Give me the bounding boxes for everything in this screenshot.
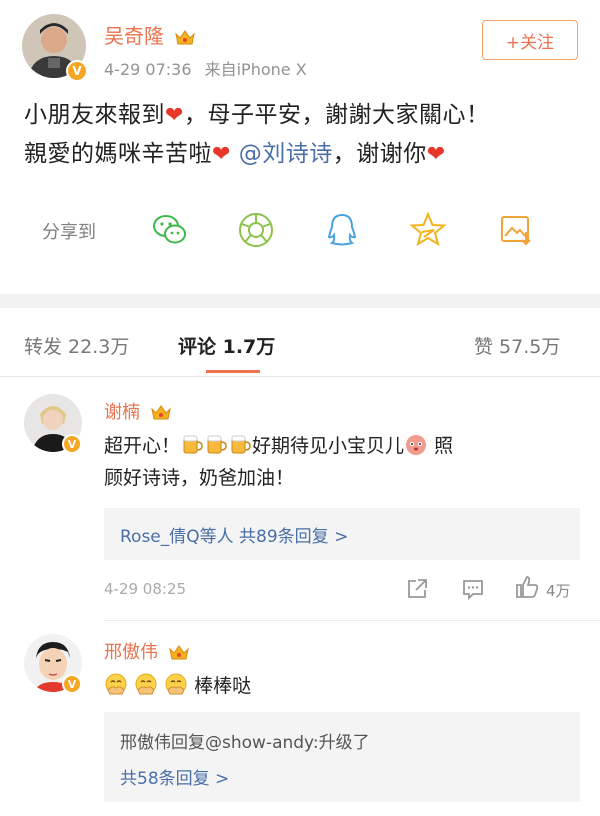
save-image-icon[interactable] [496,210,536,250]
vip-crown-icon [150,405,171,420]
commenter-avatar[interactable]: V [24,634,82,694]
like-icon[interactable] [514,574,540,600]
tabs-divider [0,376,600,377]
verified-badge: V [62,434,82,454]
heart-icon: ❤ [426,142,446,167]
heart-icon: ❤ [212,142,231,167]
beer-icon [183,435,203,454]
vip-crown-icon [175,29,196,44]
comment-text-a: 超开心！ [104,435,181,457]
reply-summary-box[interactable]: Rose_倩Q等人 共89条回复 > [104,508,580,560]
active-tab-indicator [206,370,260,373]
post-text-line1-a: 小朋友來報到 [24,102,165,128]
tab-comments[interactable]: 评论 1.7万 [178,332,275,359]
follow-button[interactable]: +关注 [482,20,578,60]
post-text-line2-b: ，谢谢你 [332,141,427,167]
reply-preview[interactable]: 邢傲伟回复@show-andy:升级了 [120,728,370,753]
verified-badge: V [62,674,82,694]
post-time: 4-29 07:36 [104,60,192,79]
vip-crown-icon [168,645,189,660]
share-icon[interactable] [404,576,430,602]
qzone-icon[interactable] [408,210,448,250]
clapping-face-icon [105,673,127,695]
moments-icon[interactable] [236,210,276,250]
tab-reposts[interactable]: 转发 22.3万 [24,332,129,359]
mention-link[interactable]: @刘诗诗 [239,141,333,167]
reply-count-link[interactable]: 共58条回复 > [120,764,229,789]
tab-likes[interactable]: 赞 57.5万 [474,332,560,359]
section-divider [0,294,600,308]
clapping-face-icon [165,673,187,695]
reply-summary[interactable]: Rose_倩Q等人 共89条回复 > [120,522,348,547]
comment-divider [104,620,600,621]
cute-face-icon [406,435,427,455]
commenter-name[interactable]: 谢楠 [104,398,172,424]
post-body: 小朋友來報到❤，母子平安，謝謝大家關心！ 親愛的媽咪辛苦啦❤ @刘诗诗，谢谢你❤ [24,96,584,174]
verified-badge: V [66,60,88,82]
commenter-name-text: 邢傲伟 [104,642,158,663]
post-text-line2-a: 親愛的媽咪辛苦啦 [24,141,212,167]
commenter-name[interactable]: 邢傲伟 [104,638,190,664]
beer-icon [231,435,251,454]
reply-summary-box[interactable]: 邢傲伟回复@show-andy:升级了 共58条回复 > [104,712,580,802]
qq-icon[interactable] [322,210,362,250]
beer-icon [207,435,227,454]
commenter-name-text: 谢楠 [104,402,140,423]
wechat-icon[interactable] [150,210,190,250]
share-label: 分享到 [42,222,96,243]
comment-icon[interactable] [460,576,486,602]
post-text-line1-b: ，母子平安，謝謝大家關心！ [183,102,490,128]
comment-time: 4-29 08:25 [104,580,187,598]
post-author-name[interactable]: 吴奇隆 [104,20,196,49]
like-count: 4万 [546,582,571,600]
post-meta: 4-29 07:36 来自iPhone X [104,56,307,80]
heart-icon: ❤ [165,103,184,128]
comment-text: 棒棒哒 [104,670,580,702]
comment-text-line2: 顾好诗诗，奶爸加油！ [104,467,295,489]
comment-text-main: 棒棒哒 [194,675,252,697]
clapping-face-icon [135,673,157,695]
comment-text-b: 好期待见小宝贝儿 [252,435,405,457]
author-name-text: 吴奇隆 [104,24,164,48]
post-source: 来自iPhone X [204,60,307,79]
comment-text: 超开心！ 好期待见小宝贝儿 照 顾好诗诗，奶爸加油！ [104,430,580,494]
author-avatar[interactable]: V [22,14,88,82]
commenter-avatar[interactable]: V [24,394,82,454]
comment-text-c: 照 [434,435,454,457]
